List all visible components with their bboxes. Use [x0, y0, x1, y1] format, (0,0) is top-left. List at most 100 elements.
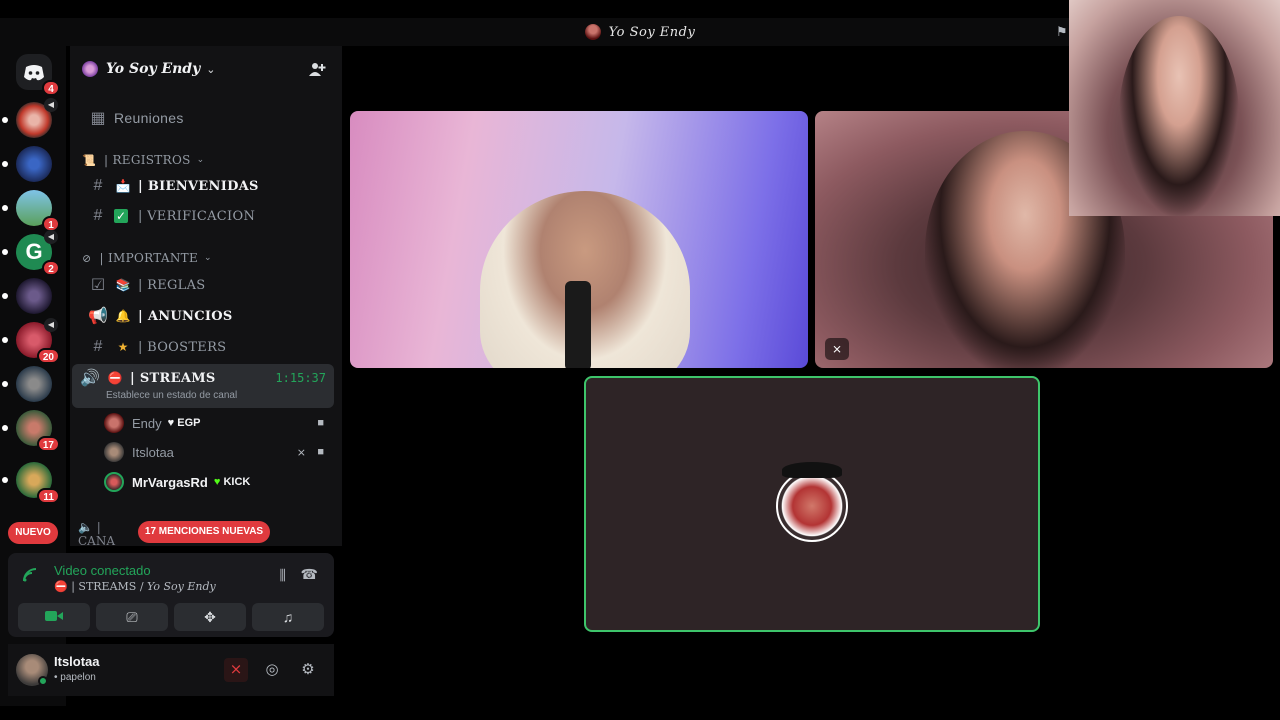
- graduation-cap-icon: [782, 462, 842, 478]
- voice-user-itslotaa[interactable]: Itslotaa ⨯ ■: [104, 439, 334, 465]
- voice-user-mrvargas[interactable]: MrVargasRd ♥ KICK: [104, 469, 334, 495]
- settings-gear-icon[interactable]: ⚙: [296, 658, 320, 682]
- channel-bienvenidas[interactable]: # 📩 | BIENVENIDAS: [78, 172, 334, 200]
- server-icon-7[interactable]: [2, 366, 52, 402]
- category-label: | IMPORTANTE: [99, 251, 199, 265]
- server-icon-6[interactable]: ◀ 20: [2, 318, 60, 364]
- channel-label: | VERIFICACION: [138, 208, 256, 224]
- hash-icon: #: [93, 207, 103, 224]
- voice-server-name: Yo Soy Endy: [147, 580, 216, 593]
- channel-reglas[interactable]: ☑ 📚 | REGLAS: [78, 271, 334, 299]
- category-importante[interactable]: ⊘ | IMPORTANTE ⌄: [78, 248, 334, 268]
- user-tag: ♥ EGP: [167, 417, 201, 429]
- chevron-down-icon: ⌄: [206, 63, 216, 76]
- voice-user-name: MrVargasRd: [132, 474, 208, 490]
- avatar: [104, 413, 124, 433]
- new-servers-button[interactable]: NUEVO: [8, 522, 58, 544]
- channel-label: | ANUNCIOS: [138, 308, 233, 324]
- screen-share-button[interactable]: ⎚: [96, 603, 168, 631]
- call-timer: 1:15:37: [275, 371, 326, 385]
- no-entry-icon: ⛔: [107, 371, 123, 385]
- signal-icon[interactable]: [22, 567, 38, 588]
- inbox-icon[interactable]: ⚑: [1056, 24, 1068, 40]
- activities-button[interactable]: ✥: [174, 603, 246, 631]
- streamer-webcam-overlay: [1069, 0, 1280, 216]
- category-label: | REGISTROS: [104, 153, 191, 167]
- server-icon-8[interactable]: 17: [2, 410, 60, 452]
- server-icon-3[interactable]: 1: [2, 190, 60, 232]
- camera-icon: ■: [317, 417, 324, 429]
- server-icon-1[interactable]: ◀: [2, 98, 58, 138]
- chevron-down-icon: ⌄: [196, 155, 205, 165]
- user-panel: Itslotaa • papelon ⨯ ◎ ⚙: [8, 644, 334, 696]
- category-registros[interactable]: 📜 | REGISTROS ⌄: [78, 150, 334, 170]
- voice-user-name: Itslotaa: [132, 444, 174, 460]
- megaphone-icon: 📢: [88, 308, 108, 325]
- invite-people-icon[interactable]: [308, 60, 326, 78]
- server-icon-4[interactable]: G ◀ 2: [2, 230, 60, 276]
- channel-verificacion[interactable]: # ✓ | VERIFICACION: [78, 202, 334, 230]
- mail-icon: 📩: [115, 179, 131, 193]
- camera-icon: ■: [317, 446, 324, 458]
- headphones-button[interactable]: ◎: [260, 658, 284, 682]
- video-tile-mrvargas[interactable]: [584, 376, 1040, 632]
- microphone-icon: [565, 281, 591, 368]
- channel-status[interactable]: Establece un estado de canal: [106, 390, 237, 401]
- channel-boosters[interactable]: # ★ | BOOSTERS: [78, 333, 334, 361]
- muted-mic-icon: ⨯: [296, 446, 306, 459]
- voice-user-endy[interactable]: Endy ♥ EGP ■: [104, 410, 334, 436]
- server-icon-2[interactable]: [2, 146, 52, 182]
- camera-icon: [45, 611, 63, 621]
- avatar: [104, 442, 124, 462]
- server-badge: 11: [37, 488, 60, 504]
- channel-label: | BIENVENIDAS: [138, 178, 259, 194]
- window-title: Yo Soy Endy: [608, 24, 696, 40]
- discord-app: Yo Soy Endy ⚑ 4 ◀ 1 G ◀ 2 ◀ 20 17 11 NUEVO …: [0, 0, 1280, 720]
- home-badge: 4: [42, 80, 60, 96]
- star-icon: ★: [117, 340, 129, 354]
- server-badge: 2: [42, 260, 60, 276]
- check-icon: ✓: [114, 209, 128, 223]
- server-avatar-icon: [584, 24, 601, 40]
- user-tag: ♥ KICK: [213, 476, 251, 488]
- hash-icon: #: [93, 177, 103, 194]
- camera-button[interactable]: [18, 603, 90, 631]
- server-icon-9[interactable]: 11: [2, 462, 60, 504]
- channel-label: | STREAMS: [130, 370, 216, 386]
- disconnect-icon[interactable]: ☎: [301, 566, 318, 583]
- new-mentions-button[interactable]: 17 MENCIONES NUEVAS: [138, 521, 270, 543]
- speaker-icon: 🔈: [78, 520, 97, 534]
- channel-label: | BOOSTERS: [138, 339, 227, 355]
- streamer-video: [1119, 16, 1239, 216]
- mute-mic-button[interactable]: ⨯: [224, 658, 248, 682]
- server-name: Yo Soy Endy: [106, 61, 201, 77]
- voice-channel-info[interactable]: ⛔ | STREAMS / Yo Soy Endy: [54, 580, 216, 593]
- video-tile-endy[interactable]: [350, 111, 808, 368]
- voice-status[interactable]: Video conectado: [54, 563, 151, 578]
- channel-cana[interactable]: 🔈 | CANA: [78, 520, 138, 548]
- screen-share-icon: ⎚: [126, 609, 138, 625]
- user-name[interactable]: Itslotaa: [54, 654, 100, 669]
- noise-suppression-icon[interactable]: ⫼: [280, 567, 286, 584]
- soundboard-icon: ♫: [282, 609, 294, 625]
- channel-label: | REGLAS: [138, 277, 206, 293]
- server-icon-5[interactable]: [2, 278, 52, 314]
- server-badge: 20: [36, 348, 60, 364]
- channel-streams[interactable]: 🔊 ⛔ | STREAMS 1:15:37 Establece un estad…: [72, 364, 334, 408]
- calendar-icon: ▦: [90, 110, 106, 127]
- activities-icon: ✥: [204, 609, 216, 625]
- avatar: [776, 470, 848, 542]
- home-button[interactable]: 4: [16, 54, 60, 96]
- server-header[interactable]: Yo Soy Endy ⌄: [70, 46, 342, 92]
- speaker-icon: ◀: [44, 230, 58, 244]
- soundboard-button[interactable]: ♫: [252, 603, 324, 631]
- no-entry-icon: ⛔: [54, 580, 68, 593]
- bell-icon: 🔔: [115, 309, 131, 323]
- channel-reuniones[interactable]: ▦ Reuniones: [78, 104, 334, 132]
- avatar: [104, 472, 124, 492]
- hash-icon: #: [93, 338, 103, 355]
- voice-connected-panel: Video conectado ⛔ | STREAMS / Yo Soy End…: [8, 553, 334, 637]
- chevron-down-icon: ⌄: [204, 253, 212, 263]
- channel-label: Reuniones: [114, 110, 184, 126]
- channel-anuncios[interactable]: 📢 🔔 | ANUNCIOS: [78, 302, 334, 330]
